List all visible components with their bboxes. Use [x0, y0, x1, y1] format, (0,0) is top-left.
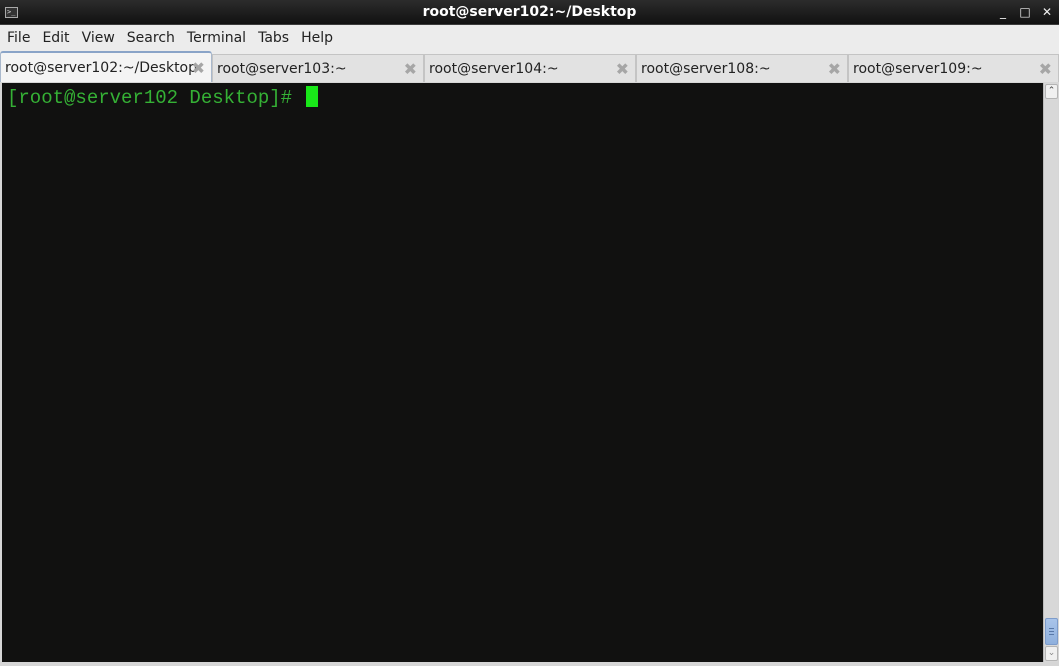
tab-server102[interactable]: root@server102:~/Desktop ✖ — [0, 51, 212, 82]
tab-label: root@server102:~/Desktop — [5, 59, 198, 76]
window-bottom-border — [0, 662, 1059, 666]
tab-server108[interactable]: root@server108:~ ✖ — [636, 54, 848, 82]
scrollbar-thumb[interactable] — [1045, 618, 1058, 645]
close-tab-icon[interactable]: ✖ — [1039, 59, 1052, 78]
scroll-up-icon[interactable]: ⌃ — [1045, 84, 1058, 99]
scroll-down-icon[interactable]: ⌄ — [1045, 646, 1058, 661]
menu-file[interactable]: File — [1, 30, 36, 46]
menu-view[interactable]: View — [76, 30, 121, 46]
tab-label: root@server109:~ — [853, 60, 983, 77]
tab-server104[interactable]: root@server104:~ ✖ — [424, 54, 636, 82]
tab-server109[interactable]: root@server109:~ ✖ — [848, 54, 1059, 82]
window-title: root@server102:~/Desktop — [422, 4, 637, 20]
close-tab-icon[interactable]: ✖ — [404, 59, 417, 78]
menubar: File Edit View Search Terminal Tabs Help — [0, 25, 1059, 50]
tab-server103[interactable]: root@server103:~ ✖ — [212, 54, 424, 82]
tab-label: root@server103:~ — [217, 60, 347, 77]
close-tab-icon[interactable]: ✖ — [616, 59, 629, 78]
terminal-area[interactable]: [root@server102 Desktop]# — [2, 83, 1043, 662]
tab-label: root@server104:~ — [429, 60, 559, 77]
vertical-scrollbar[interactable]: ⌃ ⌄ — [1043, 83, 1058, 662]
menu-search[interactable]: Search — [121, 30, 181, 46]
tab-bar: root@server102:~/Desktop ✖ root@server10… — [0, 50, 1059, 82]
menu-tabs[interactable]: Tabs — [252, 30, 295, 46]
menu-terminal[interactable]: Terminal — [181, 30, 252, 46]
shell-prompt: [root@server102 Desktop]# — [7, 87, 304, 109]
terminal-icon: >_ — [5, 7, 18, 18]
close-tab-icon[interactable]: ✖ — [828, 59, 841, 78]
window-titlebar[interactable]: >_ root@server102:~/Desktop _ □ ✕ — [0, 0, 1059, 25]
minimize-button[interactable]: _ — [995, 4, 1011, 20]
text-cursor — [306, 86, 319, 107]
close-button[interactable]: ✕ — [1039, 4, 1055, 20]
grip-icon — [1049, 628, 1054, 635]
menu-edit[interactable]: Edit — [36, 30, 75, 46]
window-controls: _ □ ✕ — [995, 4, 1055, 20]
menu-help[interactable]: Help — [295, 30, 339, 46]
prompt-line: [root@server102 Desktop]# — [7, 86, 319, 109]
close-tab-icon[interactable]: ✖ — [192, 58, 205, 77]
tab-label: root@server108:~ — [641, 60, 771, 77]
maximize-button[interactable]: □ — [1017, 4, 1033, 20]
